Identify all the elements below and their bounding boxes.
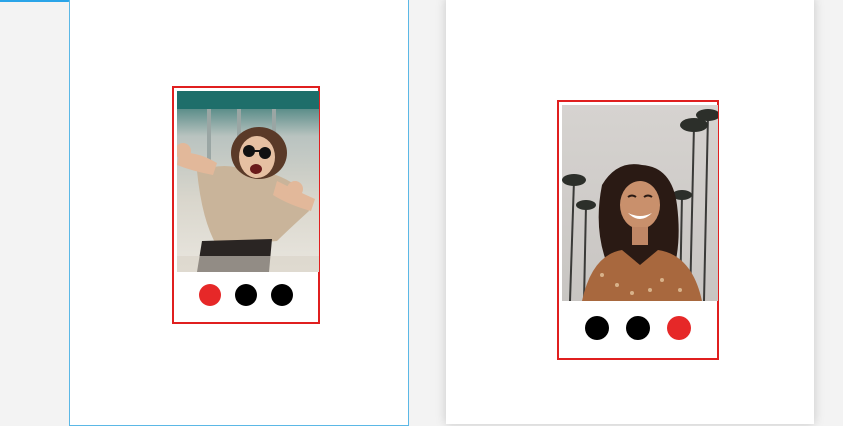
top-left-tab-indicator	[0, 0, 70, 2]
carousel-indicator-right	[559, 316, 717, 340]
carousel-dot-1[interactable]	[199, 284, 221, 306]
carousel-dot-1[interactable]	[585, 316, 609, 340]
carousel-dot-2[interactable]	[235, 284, 257, 306]
carousel-card-left	[172, 86, 320, 324]
carousel-photo-right[interactable]	[562, 105, 718, 301]
woman-peace-sign-image	[177, 91, 319, 272]
carousel-dot-2[interactable]	[626, 316, 650, 340]
carousel-indicator-left	[174, 284, 318, 306]
carousel-photo-left[interactable]	[177, 91, 319, 272]
carousel-dot-3[interactable]	[271, 284, 293, 306]
carousel-card-right	[557, 100, 719, 360]
woman-palm-trees-image	[562, 105, 718, 301]
carousel-dot-3[interactable]	[667, 316, 691, 340]
